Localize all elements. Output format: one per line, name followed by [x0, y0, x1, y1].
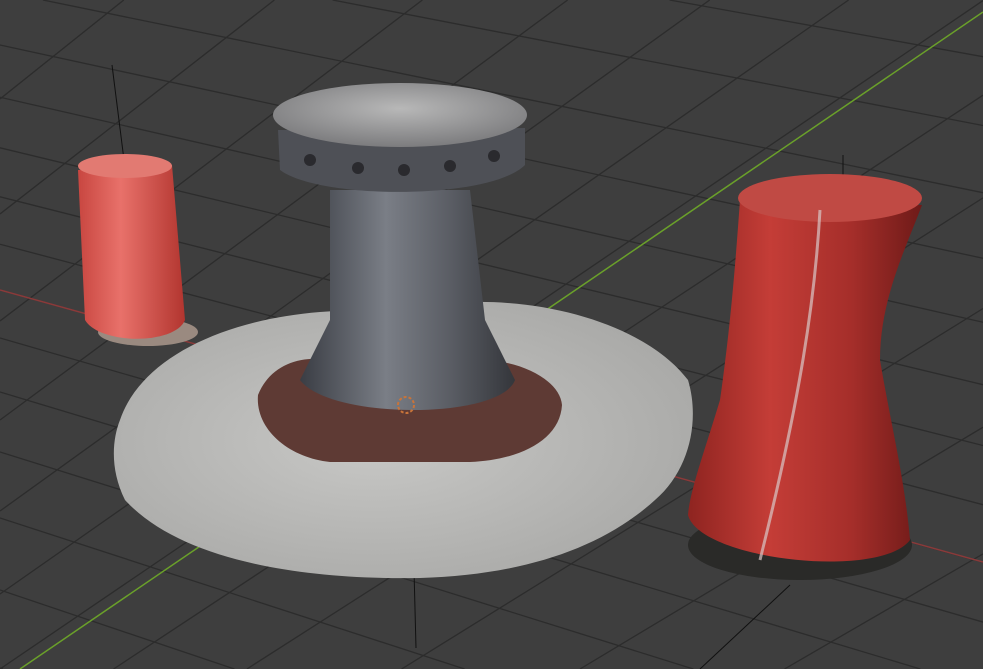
grid-line: [669, 0, 983, 58]
large-bollard[interactable]: [688, 174, 922, 580]
origin-line-right-bottom: [699, 584, 791, 669]
small-bollard[interactable]: [78, 154, 198, 346]
viewport-canvas[interactable]: [0, 0, 983, 669]
3d-viewport[interactable]: [0, 0, 983, 669]
origin-line-left: [111, 64, 125, 161]
